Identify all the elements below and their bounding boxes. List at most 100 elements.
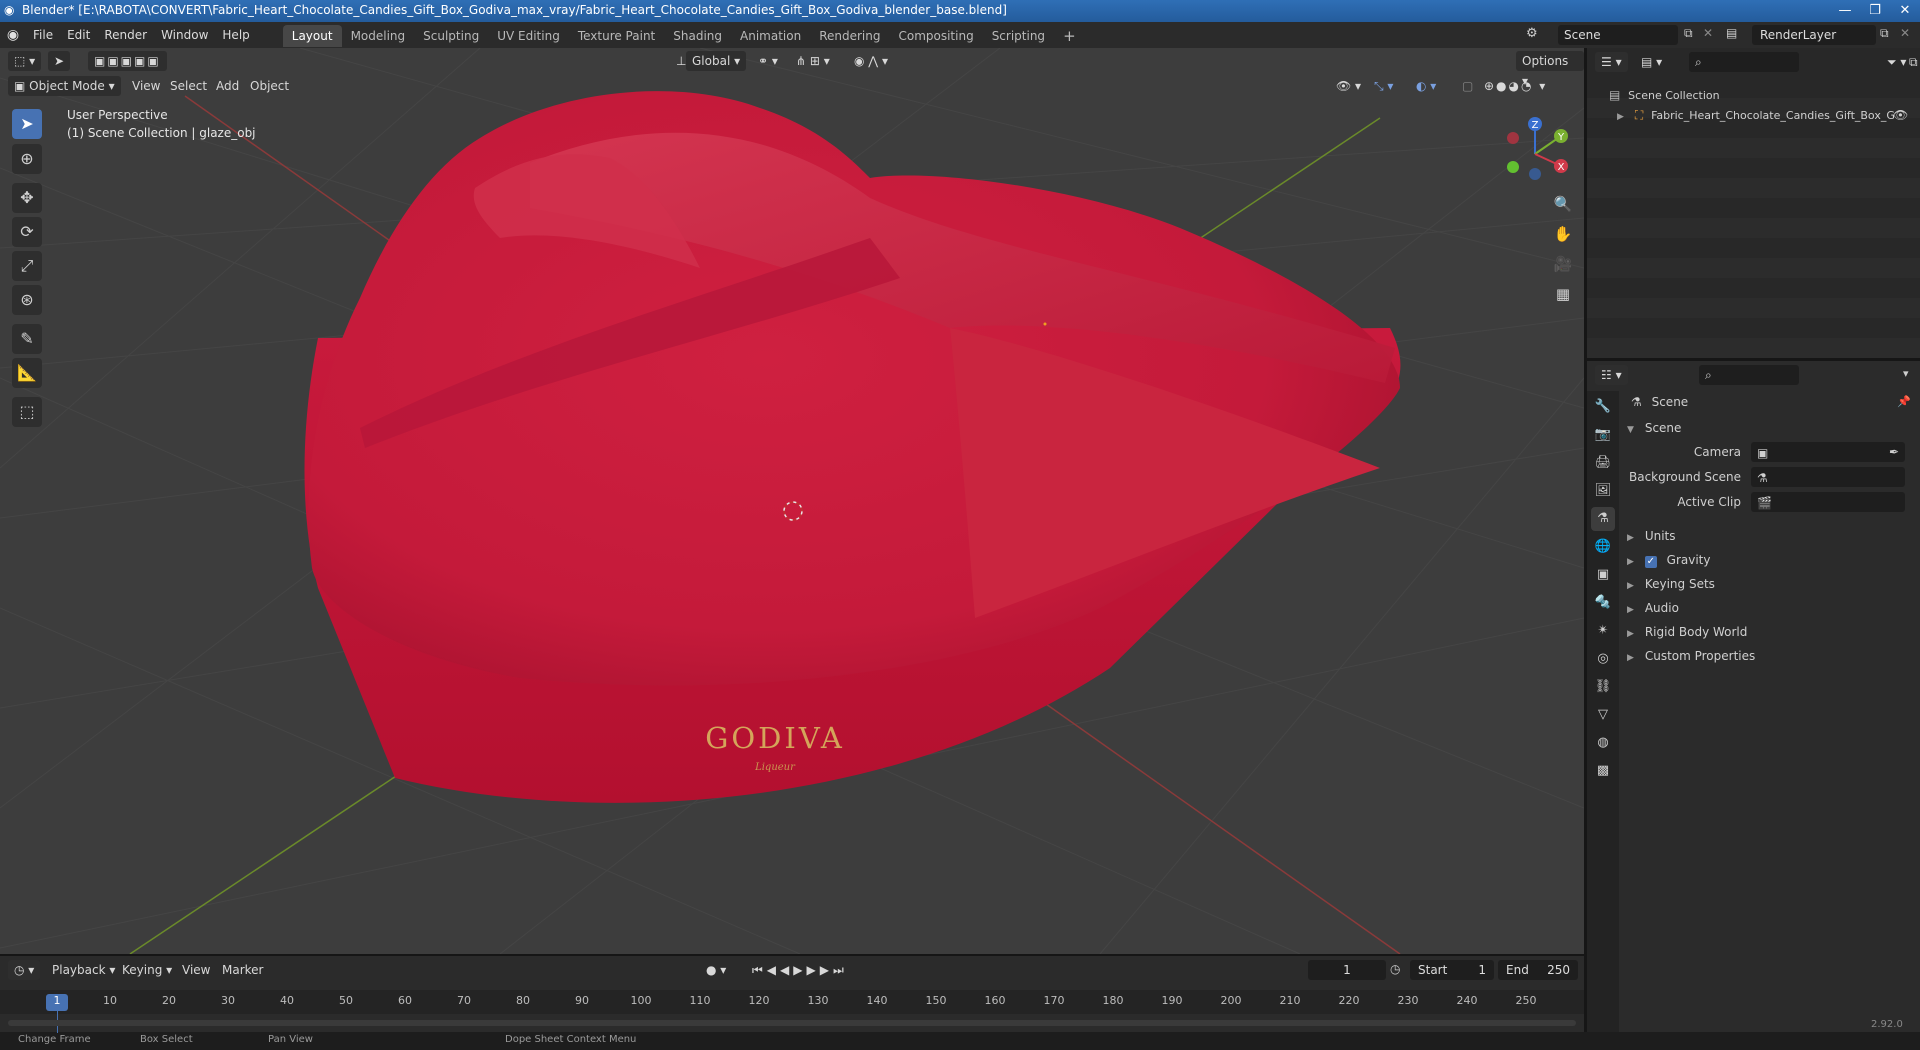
camera-field[interactable]: ▣ ✒ bbox=[1751, 442, 1905, 462]
proportional-edit-icon[interactable]: ◉ ⋀ ▾ bbox=[848, 51, 894, 71]
delete-scene-icon[interactable]: ✕ bbox=[1703, 26, 1713, 40]
menu-file[interactable]: File bbox=[26, 22, 60, 48]
gravity-checkbox[interactable]: ✓ bbox=[1644, 556, 1657, 568]
viewport-menu-object[interactable]: Object bbox=[244, 76, 295, 96]
active-clip-field[interactable]: 🎬 bbox=[1751, 492, 1905, 512]
properties-editor[interactable]: ☷ ▾ ⌕ ▾ 🔧 📷 🖨 🖼 ⚗ 🌐 ▣ 🔩 ✴ ◎ ⛓ ▽ ◍ ▩ ⚗ Sc… bbox=[1587, 361, 1920, 1032]
rotate-tool-icon[interactable]: ⟳ bbox=[12, 217, 42, 247]
properties-editor-type-icon[interactable]: ☷ ▾ bbox=[1595, 365, 1628, 385]
audio-panel-header[interactable]: ▶ Audio bbox=[1627, 597, 1679, 619]
modifier-tab-icon[interactable]: 🔩 bbox=[1591, 591, 1615, 615]
world-tab-icon[interactable]: 🌐 bbox=[1591, 535, 1615, 559]
blender-menu-icon[interactable]: ◉ bbox=[0, 27, 26, 43]
object-tab-icon[interactable]: ▣ bbox=[1591, 563, 1615, 587]
outliner-search-input[interactable]: ⌕ bbox=[1689, 52, 1799, 72]
eye-visibility-icon[interactable]: 👁 bbox=[1893, 104, 1908, 126]
measure-tool-icon[interactable]: 📐 bbox=[12, 358, 42, 388]
perspective-toggle-icon[interactable]: ▦ bbox=[1550, 281, 1576, 307]
tab-rendering[interactable]: Rendering bbox=[810, 25, 889, 47]
display-mode-icon[interactable]: ▤ ▾ bbox=[1635, 52, 1668, 72]
tab-compositing[interactable]: Compositing bbox=[889, 25, 982, 47]
rigid-body-world-panel-header[interactable]: ▶ Rigid Body World bbox=[1627, 621, 1747, 643]
select-tool-icon[interactable]: ➤ bbox=[48, 51, 71, 71]
scene-tab-icon[interactable]: ⚗ bbox=[1591, 507, 1615, 531]
navigation-gizmo[interactable]: Z Y X bbox=[1495, 114, 1575, 194]
pin-icon[interactable]: 📌 bbox=[1897, 395, 1911, 408]
menu-help[interactable]: Help bbox=[215, 22, 256, 48]
viewport-menu-select[interactable]: Select bbox=[164, 76, 213, 96]
render-tab-icon[interactable]: 📷 bbox=[1591, 423, 1615, 447]
tab-sculpting[interactable]: Sculpting bbox=[414, 25, 488, 47]
zoom-icon[interactable]: 🔍 bbox=[1550, 191, 1576, 217]
tab-uv-editing[interactable]: UV Editing bbox=[488, 25, 569, 47]
new-collection-icon[interactable]: ⧉ bbox=[1903, 52, 1920, 72]
menu-render[interactable]: Render bbox=[97, 22, 154, 48]
new-render-layer-icon[interactable]: ⧉ bbox=[1880, 26, 1889, 41]
custom-properties-panel-header[interactable]: ▶ Custom Properties bbox=[1627, 645, 1755, 667]
tab-modeling[interactable]: Modeling bbox=[342, 25, 415, 47]
eyedropper-icon[interactable]: ✒ bbox=[1889, 442, 1905, 462]
data-tab-icon[interactable]: ▽ bbox=[1591, 703, 1615, 727]
maximize-icon[interactable]: ❐ bbox=[1860, 0, 1890, 22]
expand-arrow-icon[interactable]: ▶ bbox=[1617, 106, 1631, 128]
annotate-tool-icon[interactable]: ✎ bbox=[12, 324, 42, 354]
tab-animation[interactable]: Animation bbox=[731, 25, 810, 47]
scene-browse-icon[interactable]: ⚙ bbox=[1526, 26, 1538, 41]
transform-orientation-dropdown[interactable]: Global ▾ bbox=[686, 51, 747, 71]
render-layer-selector[interactable]: RenderLayer bbox=[1752, 25, 1876, 45]
texture-tab-icon[interactable]: ▩ bbox=[1591, 759, 1615, 783]
pivot-point-icon[interactable]: ⚭ ▾ bbox=[752, 51, 784, 71]
outliner-editor[interactable]: ☰ ▾ ▤ ▾ ⌕ ⏷ ▾ ⧉ ▤ Scene Collection ▶ ⛶ F… bbox=[1587, 48, 1920, 358]
constraints-tab-icon[interactable]: ⛓ bbox=[1591, 675, 1615, 699]
options-dropdown[interactable]: Options ▾ bbox=[1516, 51, 1584, 88]
tab-shading[interactable]: Shading bbox=[664, 25, 731, 47]
scale-tool-icon[interactable]: ⤢ bbox=[12, 251, 42, 281]
tab-texture-paint[interactable]: Texture Paint bbox=[569, 25, 664, 47]
outliner-row-scene-collection[interactable]: ▤ Scene Collection bbox=[1609, 84, 1720, 106]
transform-tool-icon[interactable]: ⊛ bbox=[12, 285, 42, 315]
timeline-scrollbar[interactable] bbox=[8, 1020, 1576, 1026]
gizmo-toggle-icon[interactable]: ⤡ ▾ bbox=[1368, 76, 1399, 96]
properties-options-icon[interactable]: ▾ bbox=[1903, 367, 1909, 380]
move-tool-icon[interactable]: ✥ bbox=[12, 183, 42, 213]
menu-edit[interactable]: Edit bbox=[60, 22, 97, 48]
camera-view-icon[interactable]: 🎥 bbox=[1550, 251, 1576, 277]
xray-toggle-icon[interactable]: ▢ bbox=[1456, 76, 1479, 96]
editor-type-icon[interactable]: ⬚ ▾ bbox=[8, 51, 42, 71]
3d-viewport[interactable]: GODIVA Liqueur ⬚ ▾ ➤ ▣▣▣▣▣ ⊥ Global ▾ ⚭ … bbox=[0, 48, 1584, 954]
overlay-toggle-icon[interactable]: ◐ ▾ bbox=[1410, 76, 1442, 96]
cursor-tool-icon[interactable]: ⊕ bbox=[12, 144, 42, 174]
new-scene-icon[interactable]: ⧉ bbox=[1684, 26, 1693, 41]
delete-render-layer-icon[interactable]: ✕ bbox=[1900, 26, 1910, 40]
select-mode-icons[interactable]: ▣▣▣▣▣ bbox=[88, 51, 167, 71]
properties-search-input[interactable]: ⌕ bbox=[1699, 365, 1799, 385]
scene-selector[interactable]: Scene bbox=[1558, 25, 1678, 45]
tab-layout[interactable]: Layout bbox=[282, 25, 342, 47]
scene-panel-header[interactable]: ▼ Scene bbox=[1627, 417, 1681, 439]
units-panel-header[interactable]: ▶ Units bbox=[1627, 525, 1676, 547]
viewport-menu-view[interactable]: View bbox=[126, 76, 166, 96]
shading-mode-icons[interactable]: ⊕●◕◔ ▾ bbox=[1478, 76, 1553, 96]
add-workspace-button[interactable]: + bbox=[1054, 25, 1085, 47]
background-scene-field[interactable]: ⚗ bbox=[1751, 467, 1905, 487]
select-box-tool-icon[interactable]: ➤ bbox=[12, 109, 42, 139]
timeline-editor[interactable]: ◷ ▾ Playback ▾ Keying ▾ View Marker ● ▾ … bbox=[0, 954, 1584, 1045]
physics-tab-icon[interactable]: ◎ bbox=[1591, 647, 1615, 671]
keying-sets-panel-header[interactable]: ▶ Keying Sets bbox=[1627, 573, 1715, 595]
particles-tab-icon[interactable]: ✴ bbox=[1591, 619, 1615, 643]
view-layer-tab-icon[interactable]: 🖼 bbox=[1591, 479, 1615, 503]
minimize-icon[interactable]: — bbox=[1830, 0, 1860, 22]
outliner-editor-type-icon[interactable]: ☰ ▾ bbox=[1595, 52, 1628, 72]
visibility-icon[interactable]: 👁 ▾ bbox=[1330, 76, 1367, 96]
output-tab-icon[interactable]: 🖨 bbox=[1591, 451, 1615, 475]
outliner-row-object[interactable]: ▶ ⛶ Fabric_Heart_Chocolate_Candies_Gift_… bbox=[1617, 104, 1917, 126]
tool-tab-icon[interactable]: 🔧 bbox=[1591, 395, 1615, 419]
menu-window[interactable]: Window bbox=[154, 22, 215, 48]
tab-scripting[interactable]: Scripting bbox=[983, 25, 1054, 47]
material-tab-icon[interactable]: ◍ bbox=[1591, 731, 1615, 755]
pan-hand-icon[interactable]: ✋ bbox=[1550, 221, 1576, 247]
viewport-menu-add[interactable]: Add bbox=[210, 76, 245, 96]
snap-icon[interactable]: ⋔ ⊞ ▾ bbox=[790, 51, 836, 71]
add-cube-tool-icon[interactable]: ⬚ bbox=[12, 397, 42, 427]
gravity-panel-header[interactable]: ▶ ✓ Gravity bbox=[1627, 549, 1710, 571]
